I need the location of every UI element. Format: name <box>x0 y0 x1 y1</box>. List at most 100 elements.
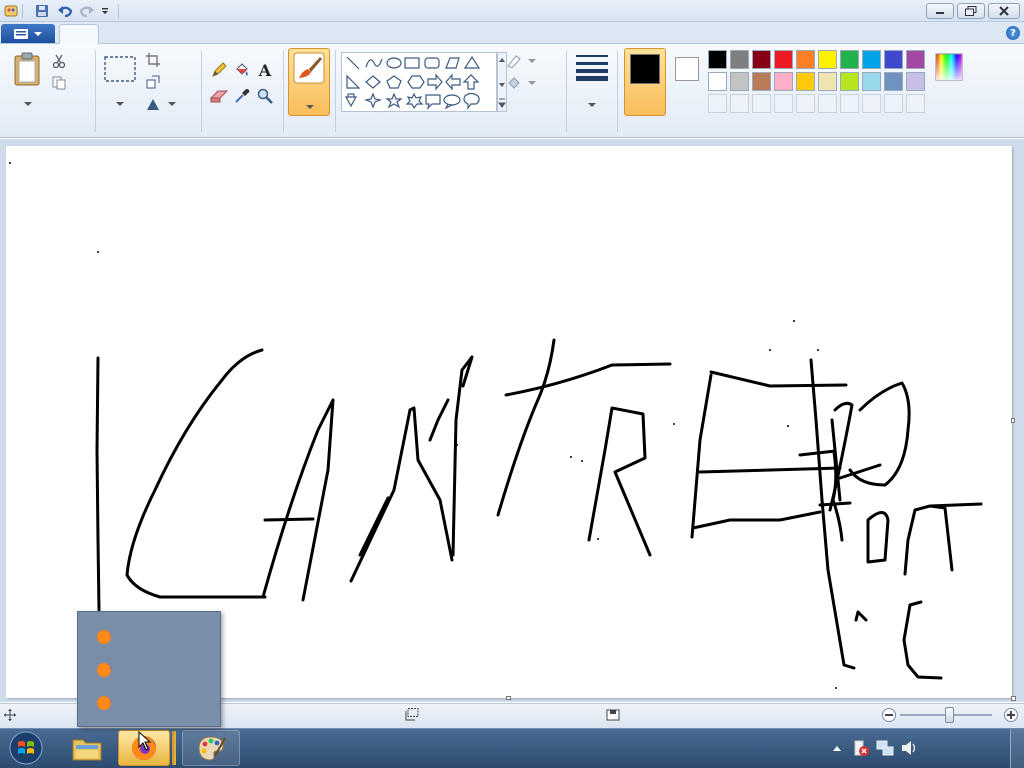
palette-swatch[interactable] <box>862 72 881 91</box>
cut-button[interactable] <box>52 53 88 69</box>
palette-swatch[interactable] <box>818 50 837 69</box>
customize-arrow-icon[interactable] <box>96 2 114 20</box>
redo-icon[interactable] <box>78 2 96 20</box>
taskbar-group-indicator <box>172 731 176 765</box>
zoom-out-icon[interactable] <box>882 708 896 722</box>
palette-swatch[interactable] <box>752 72 771 91</box>
palette-empty-slot[interactable] <box>796 94 815 113</box>
chevron-down-icon <box>588 103 596 108</box>
paste-button[interactable] <box>10 50 46 110</box>
crop-button[interactable] <box>146 53 164 67</box>
show-hidden-icons[interactable] <box>832 744 842 752</box>
eraser-tool[interactable] <box>208 86 230 106</box>
shapes-gallery[interactable] <box>341 52 497 112</box>
tab-home[interactable] <box>59 24 99 44</box>
palette-swatch[interactable] <box>906 72 925 91</box>
palette-empty-slot[interactable] <box>730 94 749 113</box>
size-button[interactable] <box>572 50 612 112</box>
taskbar-paint[interactable] <box>182 730 240 766</box>
palette-swatch[interactable] <box>884 50 903 69</box>
resize-button[interactable] <box>146 75 164 89</box>
select-button[interactable] <box>101 52 139 110</box>
zoom-in-icon[interactable] <box>1004 708 1018 722</box>
fill-button[interactable] <box>506 76 536 90</box>
close-button[interactable] <box>988 3 1020 19</box>
palette-swatch[interactable] <box>708 50 727 69</box>
palette-swatch[interactable] <box>840 72 859 91</box>
magnifier-tool[interactable] <box>254 86 276 106</box>
shapes-grid-icon <box>344 55 481 110</box>
tab-view[interactable] <box>106 24 142 44</box>
edit-colors-button[interactable] <box>932 50 966 114</box>
menu-icon <box>14 28 28 39</box>
palette-empty-slot[interactable] <box>774 94 793 113</box>
volume-icon[interactable] <box>900 739 918 757</box>
firefox-window-item[interactable] <box>82 689 216 717</box>
copy-button[interactable] <box>52 75 88 91</box>
canvas-resize-handle[interactable] <box>1011 418 1015 423</box>
rotate-icon <box>146 97 160 111</box>
taskbar-explorer[interactable] <box>62 730 112 766</box>
firefox-window-item[interactable] <box>82 623 216 651</box>
clipboard-icon <box>12 52 42 86</box>
fill-tool[interactable] <box>231 60 253 80</box>
text-tool-icon[interactable]: A <box>254 60 276 80</box>
palette-swatch[interactable] <box>708 72 727 91</box>
firefox-window-item[interactable] <box>82 656 216 684</box>
network-icon[interactable] <box>876 739 894 757</box>
brushes-button[interactable] <box>288 48 330 116</box>
palette-empty-slot[interactable] <box>708 94 727 113</box>
help-icon[interactable]: ? <box>1006 26 1020 40</box>
group-separator <box>566 50 567 132</box>
chevron-down-icon <box>24 102 32 107</box>
firefox-icon <box>96 695 112 711</box>
palette-swatch[interactable] <box>818 72 837 91</box>
close-icon <box>999 6 1009 16</box>
minimize-icon <box>935 7 945 15</box>
palette-swatch[interactable] <box>884 72 903 91</box>
outline-icon <box>506 54 522 68</box>
pencil-tool[interactable] <box>208 60 230 80</box>
minimize-button[interactable] <box>926 3 954 19</box>
color1-button[interactable] <box>624 48 666 116</box>
palette-empty-slot[interactable] <box>906 94 925 113</box>
palette-swatch[interactable] <box>730 72 749 91</box>
rotate-button[interactable] <box>146 97 176 111</box>
selection-size <box>405 708 425 721</box>
canvas-resize-handle[interactable] <box>506 696 511 700</box>
paint-palette-icon <box>195 734 227 762</box>
palette-swatch[interactable] <box>774 50 793 69</box>
action-center-icon[interactable] <box>852 739 870 757</box>
show-desktop-button[interactable] <box>1010 729 1024 768</box>
palette-empty-slot[interactable] <box>884 94 903 113</box>
palette-swatch[interactable] <box>752 50 771 69</box>
undo-icon[interactable] <box>56 2 74 20</box>
firefox-icon <box>96 629 112 645</box>
zoom-slider-thumb[interactable] <box>945 707 954 723</box>
outline-button[interactable] <box>506 54 536 68</box>
canvas-resize-handle[interactable] <box>1011 696 1016 701</box>
palette-swatch[interactable] <box>730 50 749 69</box>
eyedropper-icon <box>234 88 250 104</box>
restore-button[interactable] <box>957 3 985 19</box>
color-picker-tool[interactable] <box>231 86 253 106</box>
palette-swatch[interactable] <box>774 72 793 91</box>
save-icon[interactable] <box>33 2 51 20</box>
palette-swatch[interactable] <box>840 50 859 69</box>
selection-icon <box>405 708 419 721</box>
pencil-icon <box>211 62 227 78</box>
palette-swatch[interactable] <box>796 72 815 91</box>
start-button[interactable] <box>6 730 46 766</box>
palette-empty-slot[interactable] <box>752 94 771 113</box>
color2-button[interactable] <box>670 50 704 114</box>
palette-empty-slot[interactable] <box>862 94 881 113</box>
palette-empty-slot[interactable] <box>818 94 837 113</box>
eraser-icon <box>210 89 228 103</box>
paint-menu-button[interactable] <box>1 24 55 43</box>
chevron-down-icon <box>34 31 42 37</box>
paint-app-icon[interactable] <box>2 2 20 20</box>
palette-empty-slot[interactable] <box>840 94 859 113</box>
palette-swatch[interactable] <box>862 50 881 69</box>
palette-swatch[interactable] <box>796 50 815 69</box>
palette-swatch[interactable] <box>906 50 925 69</box>
